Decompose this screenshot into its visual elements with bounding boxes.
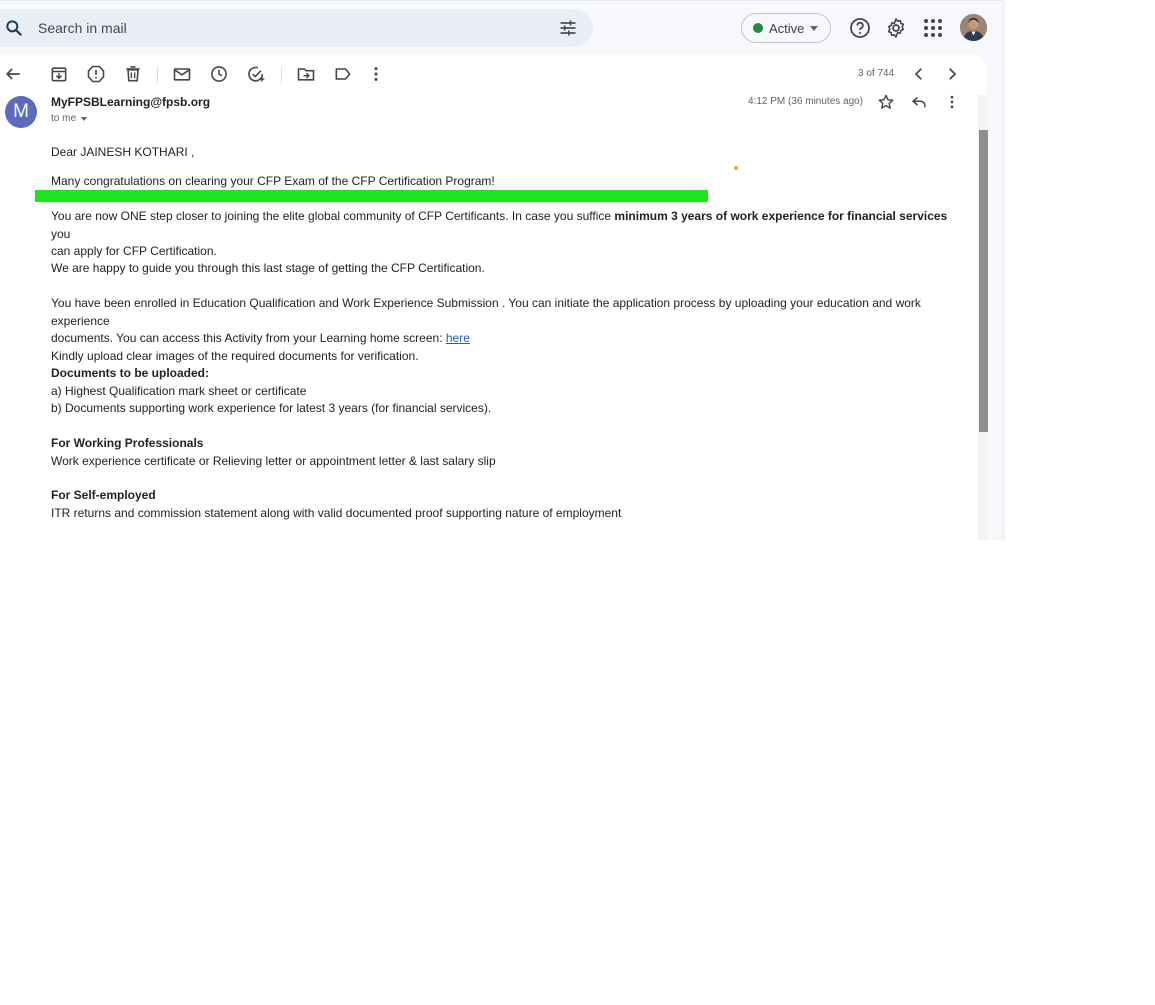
toolbar-divider <box>157 67 158 83</box>
scrollbar-thumb[interactable] <box>979 130 988 432</box>
message-time: 4:12 PM (36 minutes ago) <box>748 96 864 107</box>
delete-icon[interactable] <box>123 64 143 84</box>
status-dot <box>753 23 763 33</box>
p1-bold: minimum 3 years of work experience for f… <box>614 209 948 223</box>
self-employed-heading: For Self-employed <box>51 488 156 502</box>
label-icon[interactable] <box>333 64 353 84</box>
more-vert-icon[interactable] <box>943 95 961 111</box>
highlight-bar <box>35 190 708 202</box>
status-label: Active <box>769 21 805 36</box>
orange-dot <box>734 166 738 170</box>
mark-unread-icon[interactable] <box>172 64 192 84</box>
p1-text-b: you <box>51 226 71 241</box>
paragraph-2: We are happy to guide you through this l… <box>51 261 485 275</box>
p3-text-b: documents. You can access this Activity … <box>51 331 446 345</box>
more-icon[interactable] <box>366 64 386 84</box>
report-spam-icon[interactable] <box>86 64 106 84</box>
snooze-icon[interactable] <box>209 64 229 84</box>
next-icon[interactable] <box>943 65 961 83</box>
right-edge <box>1002 0 1005 540</box>
star-icon[interactable] <box>877 95 895 111</box>
apps-icon[interactable] <box>921 16 945 40</box>
search-input[interactable]: Search in mail <box>38 20 127 36</box>
search-icon[interactable] <box>4 18 24 38</box>
filter-icon[interactable] <box>558 18 578 38</box>
message-toolbar: 3 of 744 <box>0 55 987 95</box>
working-professionals-text: Work experience certificate or Relieving… <box>51 454 496 468</box>
chevron-down-icon <box>810 26 818 31</box>
settings-icon[interactable] <box>884 16 908 40</box>
top-border <box>0 0 1002 1</box>
archive-icon[interactable] <box>49 64 69 84</box>
search-bar[interactable]: Search in mail <box>0 9 593 47</box>
avatar[interactable] <box>960 14 987 41</box>
message-pane: M MyFPSBLearning@fpsb.org to me 4:12 PM … <box>0 95 978 540</box>
congrats-line: Many congratulations on clearing your CF… <box>51 174 495 188</box>
p1-text-c: can apply for CFP Certification. <box>51 244 217 258</box>
paragraph-1: You are now ONE step closer to joining t… <box>51 208 963 261</box>
move-to-icon[interactable] <box>296 64 316 84</box>
p1-text-a: You are now ONE step closer to joining t… <box>51 209 615 223</box>
reply-icon[interactable] <box>910 95 928 111</box>
back-icon[interactable] <box>3 64 23 84</box>
gmail-window: Search in mail Active 3 of 744 M MyFPSBL… <box>0 0 1002 540</box>
p3-text-a: You have been enrolled in Education Qual… <box>51 296 921 328</box>
paragraph-4: Kindly upload clear images of the requir… <box>51 349 419 363</box>
toolbar-divider <box>281 67 282 83</box>
paragraph-3: You have been enrolled in Education Qual… <box>51 295 963 348</box>
help-icon[interactable] <box>848 16 872 40</box>
sender-email[interactable]: MyFPSBLearning@fpsb.org <box>51 95 210 109</box>
here-link[interactable]: here <box>446 331 470 345</box>
doc-item-b: b) Documents supporting work experience … <box>51 401 492 415</box>
self-employed-text: ITR returns and commission statement alo… <box>51 506 622 520</box>
prev-icon[interactable] <box>910 65 928 83</box>
greeting: Dear JAINESH KOTHARI , <box>51 145 195 159</box>
status-chip[interactable]: Active <box>741 13 831 43</box>
profile-photo <box>960 14 987 41</box>
chevron-down-icon[interactable] <box>81 117 87 121</box>
working-professionals-heading: For Working Professionals <box>51 436 204 450</box>
sender-avatar: M <box>5 96 37 128</box>
add-task-icon[interactable] <box>246 64 266 84</box>
docs-heading: Documents to be uploaded: <box>51 366 210 380</box>
pagination-count: 3 of 744 <box>858 68 895 79</box>
recipient-label[interactable]: to me <box>51 113 76 124</box>
doc-item-a: a) Highest Qualification mark sheet or c… <box>51 384 307 398</box>
